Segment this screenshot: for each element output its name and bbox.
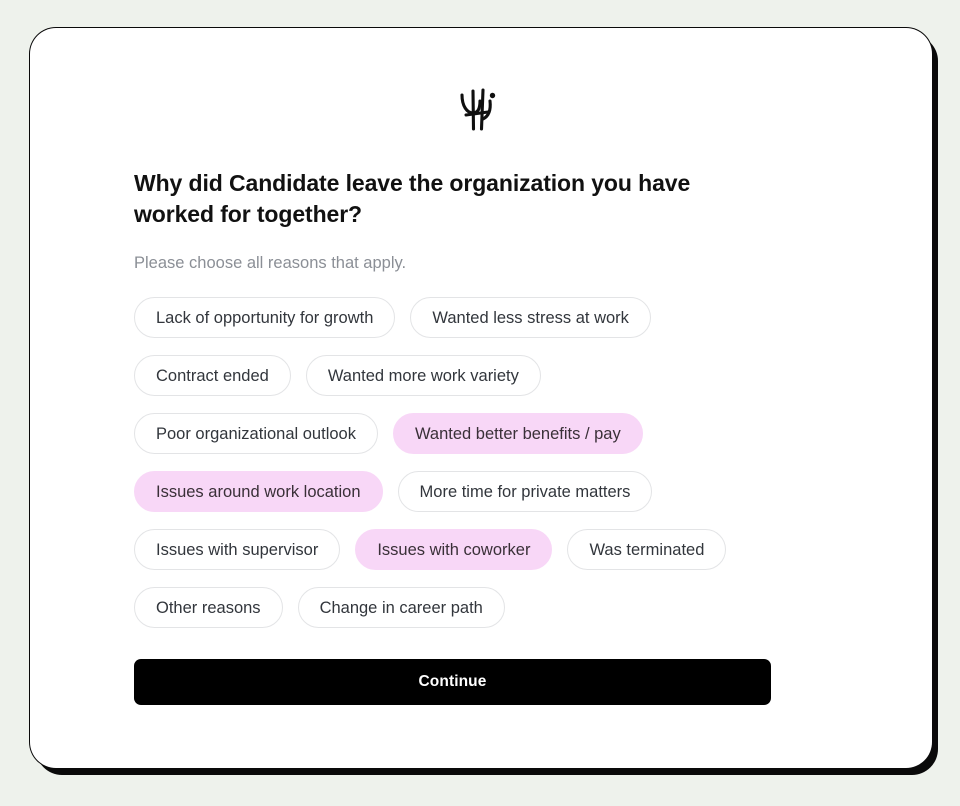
reason-chip-issues-with-coworker[interactable]: Issues with coworker	[355, 529, 553, 571]
reason-chip-contract-ended[interactable]: Contract ended	[134, 355, 291, 397]
brand-logo	[30, 88, 932, 132]
reason-chip-wanted-more-work-variety[interactable]: Wanted more work variety	[305, 355, 541, 397]
reason-chip-lack-of-opportunity-for-growth[interactable]: Lack of opportunity for growth	[134, 297, 396, 339]
survey-card: Why did Candidate leave the organization…	[30, 28, 932, 768]
reason-chip-more-time-for-private-matters[interactable]: More time for private matters	[397, 471, 653, 513]
reason-chip-wanted-less-stress-at-work[interactable]: Wanted less stress at work	[410, 297, 651, 339]
reason-options-group: Lack of opportunity for growth Wanted le…	[134, 297, 774, 629]
reason-chip-other-reasons[interactable]: Other reasons	[134, 587, 283, 629]
handwritten-hi-logo-icon	[458, 88, 504, 132]
reason-chip-was-terminated[interactable]: Was terminated	[567, 529, 727, 571]
screen: Why did Candidate leave the organization…	[0, 0, 960, 806]
reason-chip-poor-organizational-outlook[interactable]: Poor organizational outlook	[134, 413, 378, 455]
page-title: Why did Candidate leave the organization…	[134, 170, 691, 227]
reason-chip-issues-around-work-location[interactable]: Issues around work location	[134, 471, 383, 513]
reason-chip-issues-with-supervisor[interactable]: Issues with supervisor	[134, 529, 341, 571]
survey-content: Why did Candidate leave the organization…	[134, 168, 814, 706]
reason-chip-wanted-better-benefits-pay[interactable]: Wanted better benefits / pay	[392, 413, 643, 455]
continue-button[interactable]: Continue	[134, 659, 771, 706]
survey-instruction: Please choose all reasons that apply.	[134, 254, 407, 273]
reason-chip-change-in-career-path[interactable]: Change in career path	[297, 587, 505, 629]
